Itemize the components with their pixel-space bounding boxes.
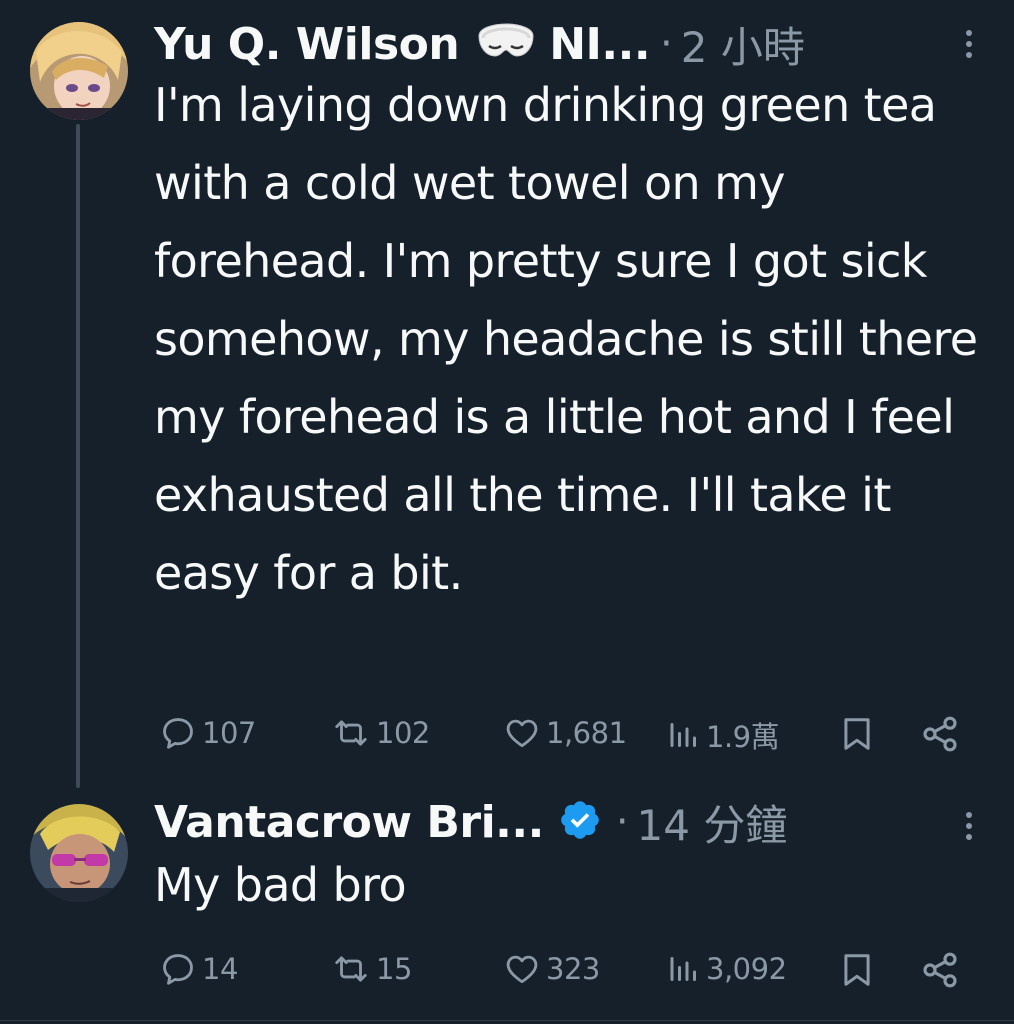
tweet-actions: 14 15 323 3,092: [158, 950, 966, 990]
reply-count: 14: [202, 952, 238, 986]
avatar-vantacrow[interactable]: [30, 804, 128, 902]
retweet-button[interactable]: 15: [330, 950, 412, 988]
tweet-text: I'm laying down drinking green tea with …: [154, 78, 978, 600]
separator-dot: ·: [615, 799, 629, 845]
tweet-timestamp[interactable]: 14 分鐘: [637, 792, 788, 853]
like-button[interactable]: 323: [502, 950, 600, 988]
views-icon: [670, 957, 696, 981]
heart-icon: [506, 955, 538, 984]
retweet-count: 102: [376, 716, 430, 750]
tweet-actions: 107 102 1,681 1.9萬: [158, 714, 966, 754]
share-icon: [923, 716, 957, 752]
reply-count: 107: [202, 716, 256, 750]
reply-icon: [163, 954, 193, 985]
tweet-2[interactable]: Vantacrow Bri... · 14 分鐘 My bad bro 14 1…: [0, 790, 1014, 1024]
reply-button[interactable]: 14: [158, 950, 238, 988]
bookmark-button[interactable]: [838, 950, 880, 990]
tweet-header: Yu Q. Wilson NI... · 2 小時: [154, 14, 805, 74]
retweet-count: 15: [376, 952, 412, 986]
separator-dot: ·: [660, 21, 673, 67]
views-icon: [670, 723, 696, 747]
retweet-button[interactable]: 102: [330, 714, 430, 752]
bookmark-icon: [844, 954, 870, 986]
share-icon: [923, 952, 957, 988]
share-button[interactable]: [920, 950, 964, 990]
author-name[interactable]: Vantacrow Bri...: [154, 797, 544, 848]
views-button[interactable]: 3,092: [666, 950, 787, 988]
tweet-text: My bad bro: [154, 858, 407, 912]
bookmark-button[interactable]: [838, 714, 880, 754]
author-name[interactable]: Yu Q. Wilson: [154, 19, 460, 70]
more-options-icon[interactable]: [966, 812, 974, 840]
bottom-divider: [0, 1020, 1014, 1021]
view-count: 1.9萬: [706, 720, 780, 754]
heart-icon: [506, 719, 538, 748]
like-count: 1,681: [546, 716, 627, 750]
view-count: 3,092: [706, 952, 787, 986]
retweet-icon: [335, 720, 367, 746]
more-options-icon[interactable]: [966, 30, 974, 58]
reply-button[interactable]: 107: [158, 714, 256, 752]
views-button[interactable]: 1.9萬: [666, 714, 780, 756]
reply-icon: [163, 718, 193, 749]
verified-badge-icon: [558, 798, 602, 846]
bookmark-icon: [844, 718, 870, 750]
sleep-mask-emoji: [475, 22, 537, 66]
avatar-yu-q-wilson[interactable]: [30, 22, 128, 120]
like-button[interactable]: 1,681: [502, 714, 627, 752]
author-name-suffix[interactable]: NI...: [549, 19, 650, 70]
like-count: 323: [546, 952, 600, 986]
thread-line: [76, 124, 80, 788]
share-button[interactable]: [920, 714, 964, 754]
tweet-header: Vantacrow Bri... · 14 分鐘: [154, 792, 787, 852]
tweet-1[interactable]: Yu Q. Wilson NI... · 2 小時 I'm laying dow…: [0, 0, 1014, 790]
retweet-icon: [335, 956, 367, 982]
